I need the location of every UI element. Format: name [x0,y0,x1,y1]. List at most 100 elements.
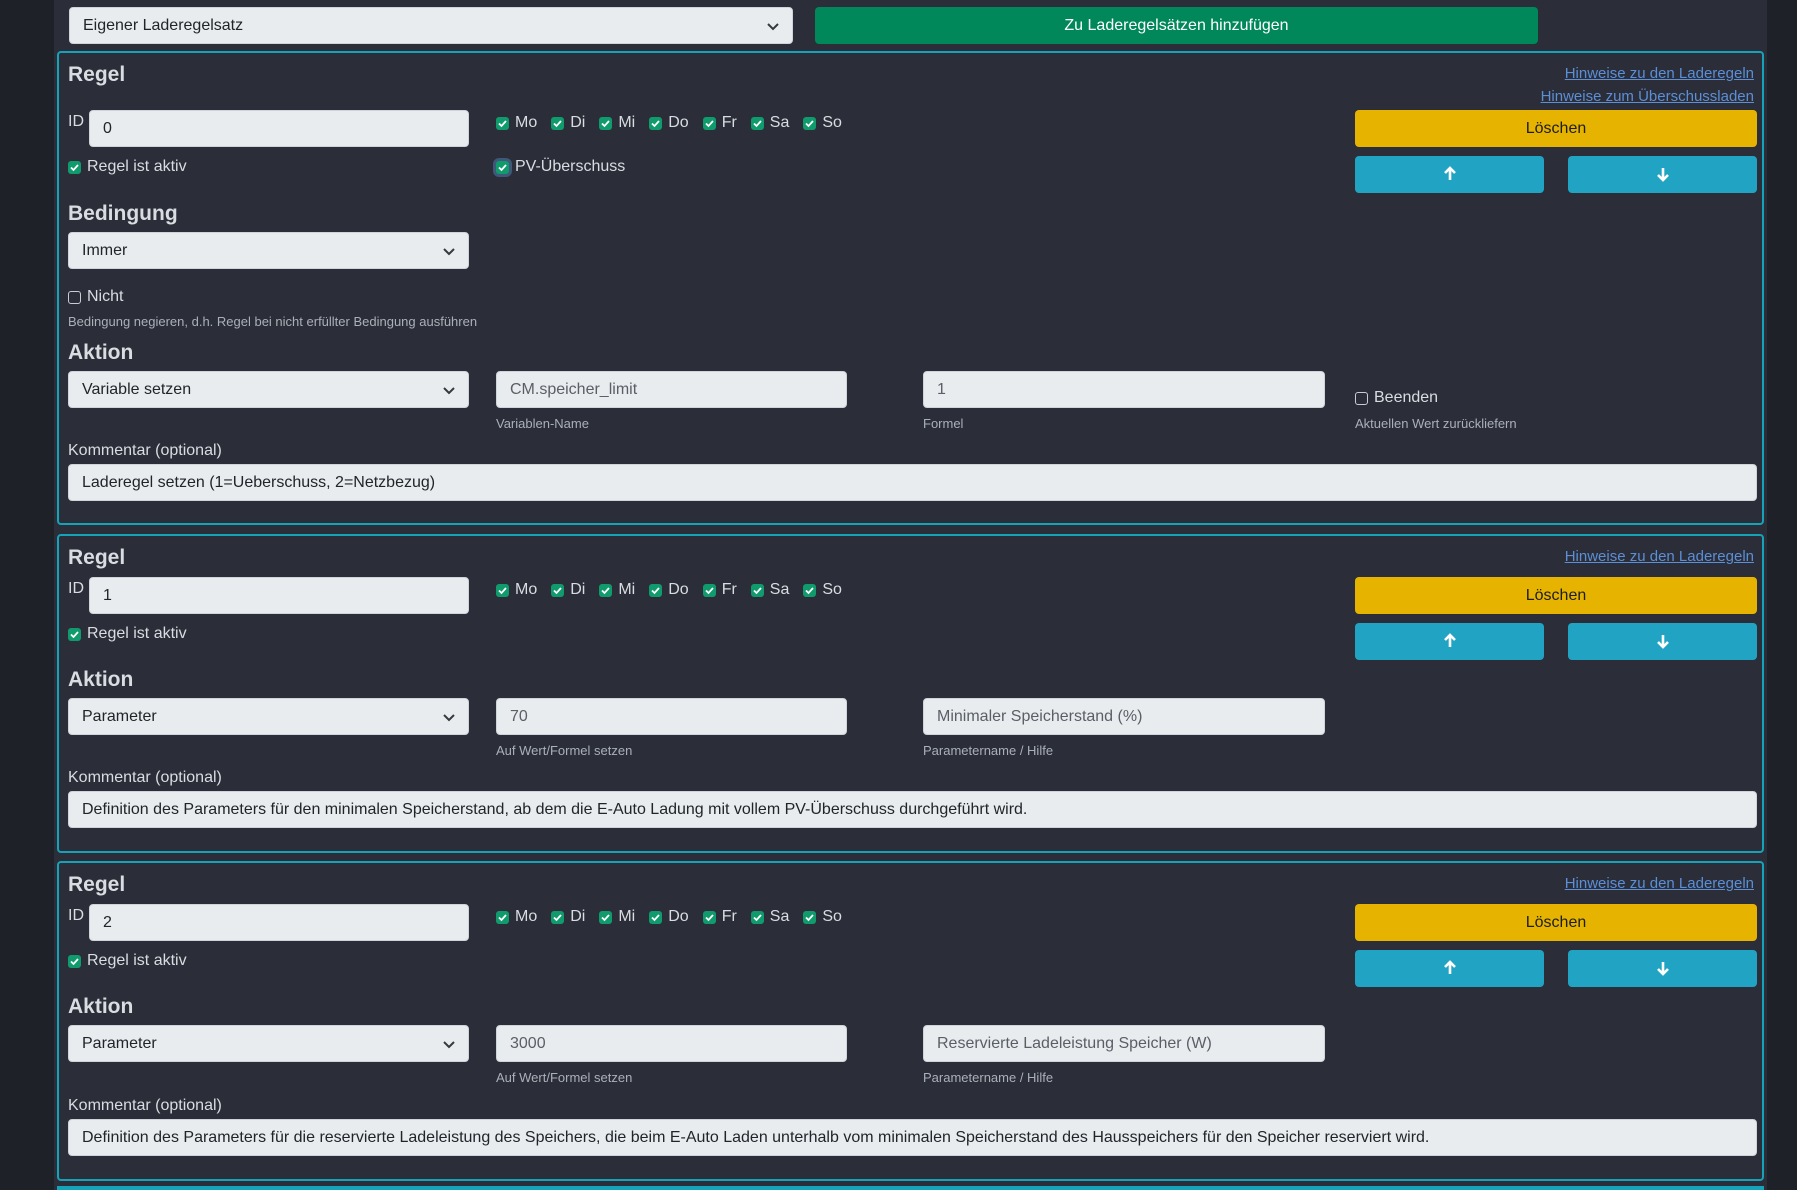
weekday-label: Mo [515,114,538,131]
id-input[interactable]: 1 [89,577,469,614]
chevron-down-icon [442,1026,456,1061]
action-select-value: Parameter [82,1035,157,1052]
value-input[interactable]: 70 [496,698,847,735]
chevron-down-icon [442,233,456,268]
weekday-fr[interactable]: Fr [702,581,737,599]
weekday-di[interactable]: Di [551,581,585,599]
check-icon [750,583,764,597]
weekday-label: Sa [769,908,790,925]
weekday-mi[interactable]: Mi [599,581,635,599]
delete-button[interactable]: Löschen [1355,110,1757,147]
weekday-mi[interactable]: Mi [599,114,635,132]
action-title: Aktion [68,668,134,691]
action-select-value: Variable setzen [82,381,192,398]
check-icon [803,583,817,597]
weekday-di[interactable]: Di [551,908,585,926]
weekday-sa[interactable]: Sa [750,908,790,926]
checkbox-empty-icon [68,290,81,304]
weekday-label: Di [570,908,586,925]
parameter-name-input[interactable]: Reservierte Ladeleistung Speicher (W) [923,1025,1325,1062]
rule-active-checkbox[interactable]: Regel ist aktiv [68,625,187,643]
weekday-mo[interactable]: Mo [496,581,537,599]
condition-select[interactable]: Immer [68,232,469,269]
check-icon [68,954,81,968]
weekday-fr[interactable]: Fr [702,908,737,926]
check-icon [68,160,81,174]
value-input[interactable]: 3000 [496,1025,847,1062]
delete-button[interactable]: Löschen [1355,577,1757,614]
hint-rules-link[interactable]: Hinweise zu den Laderegeln [1565,875,1754,892]
negate-label: Nicht [87,288,124,305]
move-up-button[interactable] [1355,623,1544,660]
move-up-button[interactable] [1355,156,1544,193]
rule-active-label: Regel ist aktiv [87,158,187,175]
variable-name-help: Variablen-Name [496,416,589,431]
variable-name-input[interactable]: CM.speicher_limit [496,371,847,408]
rule-active-checkbox[interactable]: Regel ist aktiv [68,952,187,970]
weekday-sa[interactable]: Sa [750,114,790,132]
id-label: ID [68,113,84,130]
parameter-name-input[interactable]: Minimaler Speicherstand (%) [923,698,1325,735]
check-icon [599,116,613,130]
action-title: Aktion [68,341,134,364]
weekday-sa[interactable]: Sa [750,581,789,599]
hint-rules-link[interactable]: Hinweise zu den Laderegeln [1565,548,1754,565]
action-select[interactable]: Variable setzen [68,371,469,408]
weekday-label: Mo [515,581,538,598]
weekday-checkboxes: Mo Di Mi Do Fr Sa So [496,581,856,599]
rule-active-label: Regel ist aktiv [87,625,187,642]
weekday-label: Do [668,908,689,925]
id-input[interactable]: 0 [89,110,469,147]
hint-rules-link[interactable]: Hinweise zu den Laderegeln [1565,65,1754,82]
weekday-label: Mi [618,581,636,598]
id-label: ID [68,907,84,924]
check-icon [551,116,565,130]
weekday-do[interactable]: Do [649,908,689,926]
weekday-mo[interactable]: Mo [496,114,537,132]
chevron-down-icon [442,372,456,407]
check-icon [702,910,716,924]
weekday-do[interactable]: Do [649,114,689,132]
weekday-label: Fr [721,908,737,925]
weekday-label: Fr [721,581,737,598]
negate-checkbox[interactable]: Nicht [68,288,123,306]
action-select[interactable]: Parameter [68,1025,469,1062]
add-to-rulesets-button[interactable]: Zu Laderegelsätzen hinzufügen [815,7,1538,44]
rule-title: Regel [68,63,126,86]
value-help: Auf Wert/Formel setzen [496,1070,633,1085]
weekday-checkboxes: Mo Di Mi Do Fr Sa So [496,908,856,926]
comment-input[interactable]: Definition des Parameters für den minima… [68,791,1757,828]
end-checkbox[interactable]: Beenden [1355,389,1438,407]
move-up-button[interactable] [1355,950,1544,987]
id-input[interactable]: 2 [89,904,469,941]
move-down-button[interactable] [1568,950,1757,987]
move-down-button[interactable] [1568,156,1757,193]
weekday-mo[interactable]: Mo [496,908,537,926]
weekday-label: Sa [769,114,790,131]
formula-input[interactable]: 1 [923,371,1325,408]
weekday-label: Mo [515,908,538,925]
comment-input[interactable]: Definition des Parameters für die reserv… [68,1119,1757,1156]
weekday-fr[interactable]: Fr [702,114,737,132]
pv-surplus-checkbox[interactable]: PV-Überschuss [496,158,625,176]
delete-button[interactable]: Löschen [1355,904,1757,941]
parameter-name-help: Parametername / Hilfe [923,1070,1054,1085]
weekday-do[interactable]: Do [649,581,689,599]
rule-title: Regel [68,546,126,569]
weekday-di[interactable]: Di [551,114,585,132]
hint-surplus-link[interactable]: Hinweise zum Überschussladen [1541,88,1754,105]
arrow-up-icon [1443,960,1457,977]
rule-active-checkbox[interactable]: Regel ist aktiv [68,158,187,176]
move-down-button[interactable] [1568,623,1757,660]
weekday-mi[interactable]: Mi [599,908,635,926]
comment-label: Kommentar (optional) [68,1097,222,1114]
next-card-edge [57,1186,1764,1190]
comment-input[interactable]: Laderegel setzen (1=Ueberschuss, 2=Netzb… [68,464,1757,501]
action-select[interactable]: Parameter [68,698,469,735]
weekday-so[interactable]: So [803,114,842,132]
check-icon [649,583,663,597]
ruleset-select[interactable]: Eigener Laderegelsatz [69,7,793,44]
rule-card-2: Regel Hinweise zu den Laderegeln ID 2 Mo… [57,861,1764,1181]
weekday-so[interactable]: So [803,581,842,599]
weekday-so[interactable]: So [803,908,842,926]
